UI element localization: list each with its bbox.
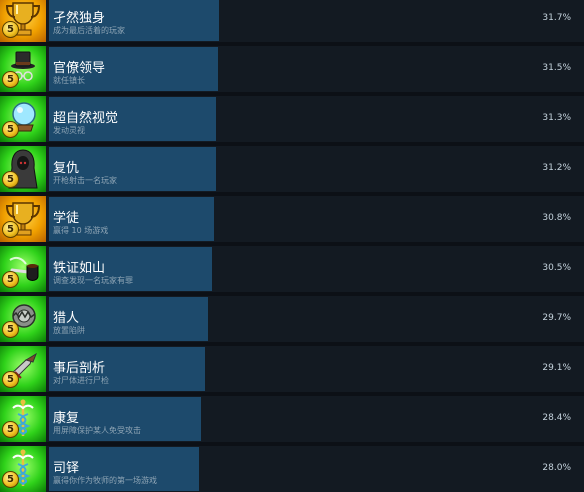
unlock-percentage: 29.7% <box>542 313 571 323</box>
achievement-row: 5 司铎 赢得你作为牧师的第一场游戏 28.0% <box>0 446 584 492</box>
points-coin-icon: 5 <box>2 21 19 38</box>
unlock-percentage: 28.4% <box>542 413 571 423</box>
points-coin-icon: 5 <box>2 371 19 388</box>
achievement-title: 康复 <box>53 411 80 426</box>
achievement-row: 5 猎人 放置陷阱 29.7% <box>0 296 584 342</box>
hooded-figure-icon: 5 <box>0 146 46 192</box>
points-coin-icon: 5 <box>2 421 19 438</box>
achievement-row: 5 学徒 赢得 10 场游戏 30.8% <box>0 196 584 242</box>
unlock-percentage: 30.5% <box>542 263 571 273</box>
points-coin-icon: 5 <box>2 71 19 88</box>
achievement-description: 就任镇长 <box>53 76 85 85</box>
caduceus-icon: 5 <box>0 396 46 442</box>
achievement-description: 调查发现一名玩家有罪 <box>53 276 133 285</box>
caduceus-icon: 5 <box>0 446 46 492</box>
achievement-row: 5 康复 用屏障保护某人免受攻击 28.4% <box>0 396 584 442</box>
points-coin-icon: 5 <box>2 321 19 338</box>
achievement-title: 学徒 <box>53 211 80 226</box>
achievement-description: 发动灵视 <box>53 126 85 135</box>
achievement-row: 5 铁证如山 调查发现一名玩家有罪 30.5% <box>0 246 584 292</box>
points-coin-icon: 5 <box>2 471 19 488</box>
unlock-percentage: 31.5% <box>542 63 571 73</box>
unlock-percentage: 31.3% <box>542 113 571 123</box>
achievement-description: 开枪射击一名玩家 <box>53 176 117 185</box>
achievement-title: 铁证如山 <box>53 261 106 276</box>
pipe-icon: 5 <box>0 246 46 292</box>
top-hat-icon: 5 <box>0 46 46 92</box>
achievement-row: 5 事后剖析 对尸体进行尸检 29.1% <box>0 346 584 392</box>
crystal-ball-icon: 5 <box>0 96 46 142</box>
achievement-row: 5 官僚领导 就任镇长 31.5% <box>0 46 584 92</box>
unlock-percentage: 31.7% <box>542 13 571 23</box>
trophy-icon: 5 <box>0 0 46 42</box>
achievement-title: 猎人 <box>53 311 80 326</box>
trophy-icon: 5 <box>0 196 46 242</box>
achievement-row: 5 孑然独身 成为最后活着的玩家 31.7% <box>0 0 584 42</box>
achievement-description: 赢得你作为牧师的第一场游戏 <box>53 476 157 485</box>
achievement-title: 事后剖析 <box>53 361 106 376</box>
unlock-percentage: 28.0% <box>542 463 571 473</box>
achievement-title: 司铎 <box>53 461 80 476</box>
scalpel-icon: 5 <box>0 346 46 392</box>
points-coin-icon: 5 <box>2 171 19 188</box>
achievement-row: 5 复仇 开枪射击一名玩家 31.2% <box>0 146 584 192</box>
points-coin-icon: 5 <box>2 121 19 138</box>
achievement-description: 对尸体进行尸检 <box>53 376 109 385</box>
points-coin-icon: 5 <box>2 221 19 238</box>
achievement-title: 官僚领导 <box>53 61 106 76</box>
unlock-percentage: 30.8% <box>542 213 571 223</box>
achievement-title: 超自然视觉 <box>53 111 119 126</box>
bear-trap-icon: 5 <box>0 296 46 342</box>
unlock-percentage: 31.2% <box>542 163 571 173</box>
achievement-description: 放置陷阱 <box>53 326 85 335</box>
achievement-title: 复仇 <box>53 161 80 176</box>
achievement-description: 用屏障保护某人免受攻击 <box>53 426 141 435</box>
points-coin-icon: 5 <box>2 271 19 288</box>
achievement-title: 孑然独身 <box>53 11 106 26</box>
achievement-row: 5 超自然视觉 发动灵视 31.3% <box>0 96 584 142</box>
achievement-list: 5 孑然独身 成为最后活着的玩家 31.7% 5 官僚领导 就任镇长 31.5% 5 超自然视觉发… <box>0 0 584 492</box>
achievement-description: 成为最后活着的玩家 <box>53 26 125 35</box>
unlock-percentage: 29.1% <box>542 363 571 373</box>
achievement-description: 赢得 10 场游戏 <box>53 226 109 235</box>
